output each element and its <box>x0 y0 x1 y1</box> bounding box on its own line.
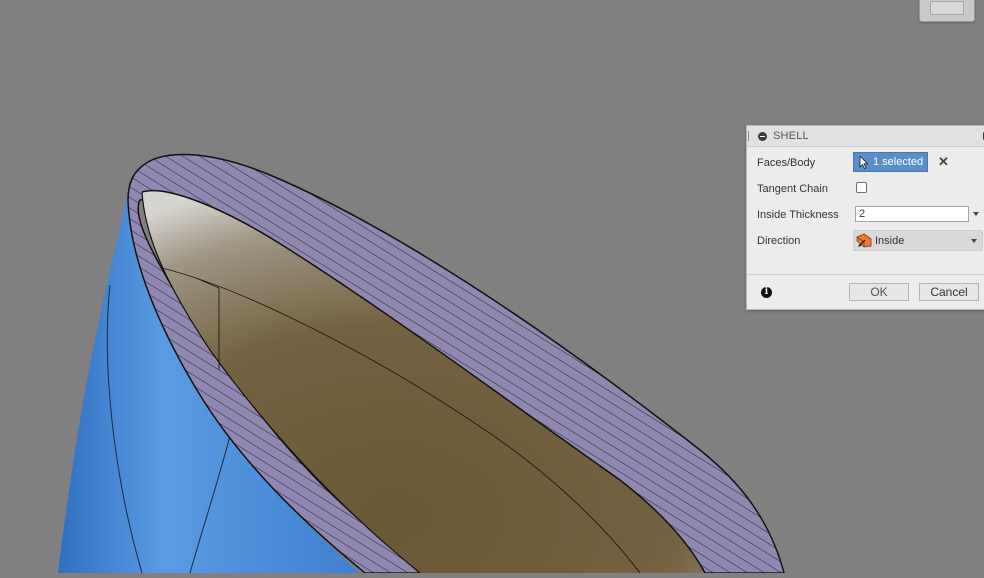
inside-thickness-label: Inside Thickness <box>757 209 839 221</box>
faces-body-selection-button[interactable]: 1 selected <box>853 152 928 172</box>
ok-button[interactable]: OK <box>849 283 909 301</box>
direction-select[interactable]: Inside <box>853 230 983 251</box>
tangent-chain-checkbox[interactable] <box>856 182 867 193</box>
dropdown-arrow-icon[interactable] <box>973 212 979 216</box>
faces-body-label: Faces/Body <box>757 157 816 169</box>
viewcube[interactable] <box>919 0 975 22</box>
dialog-header[interactable]: SHELL <box>747 126 984 147</box>
info-icon[interactable]: i <box>761 287 772 298</box>
direction-label: Direction <box>757 235 801 247</box>
cursor-icon <box>859 156 869 169</box>
direction-value: Inside <box>875 235 905 247</box>
drag-grip-icon[interactable] <box>748 131 750 141</box>
inside-thickness-input[interactable] <box>855 206 969 222</box>
dropdown-arrow-icon[interactable] <box>971 239 977 243</box>
collapse-icon[interactable] <box>758 132 767 141</box>
cancel-button[interactable]: Cancel <box>919 283 979 301</box>
shell-dialog: SHELL Faces/Body 1 selected ✕ Tangent Ch… <box>746 125 984 310</box>
dialog-title: SHELL <box>773 130 809 142</box>
tangent-chain-label: Tangent Chain <box>757 183 828 195</box>
direction-icon <box>856 233 872 248</box>
clear-icon[interactable]: ✕ <box>938 155 949 168</box>
selection-count: 1 selected <box>873 156 924 168</box>
footer-divider <box>747 274 984 275</box>
